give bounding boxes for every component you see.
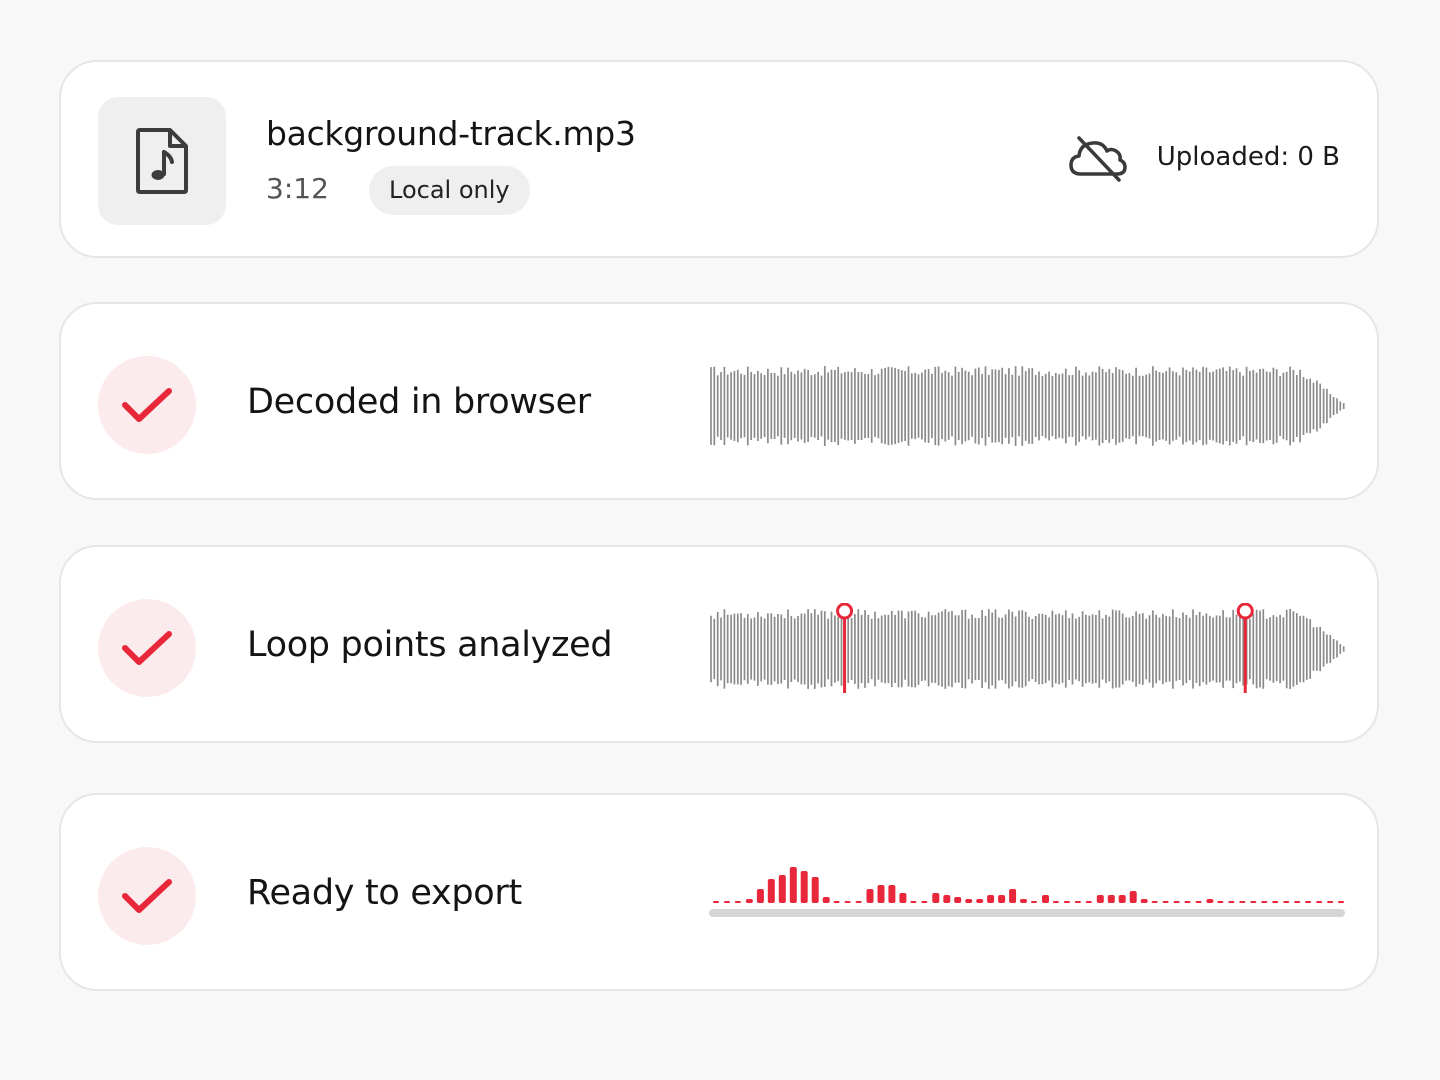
spectrum-bar bbox=[833, 901, 840, 903]
spectrum-bar bbox=[756, 889, 764, 903]
step-label-ready: Ready to export bbox=[247, 873, 522, 913]
spectrum-bar bbox=[1096, 895, 1104, 903]
file-duration: 3:12 bbox=[266, 172, 329, 205]
spectrum-track bbox=[709, 909, 1345, 917]
spectrum-bar bbox=[1272, 901, 1279, 903]
spectrum-bar bbox=[1107, 895, 1115, 903]
spectrum-bar bbox=[1195, 901, 1202, 903]
spectrum-bar bbox=[767, 879, 775, 903]
spectrum-bar bbox=[1129, 891, 1137, 903]
spectrum-bar bbox=[1020, 899, 1027, 903]
spectrum-bar bbox=[987, 895, 995, 903]
spectrum-bar bbox=[724, 901, 730, 903]
spectrum-bar bbox=[899, 893, 907, 903]
step-card-ready: Ready to export bbox=[59, 793, 1379, 991]
spectrum-bar bbox=[910, 901, 917, 903]
file-name: background-track.mp3 bbox=[266, 114, 636, 153]
spectrum-bar bbox=[921, 901, 928, 903]
waveform-with-loop-markers bbox=[710, 603, 1345, 693]
spectrum-bar bbox=[877, 885, 885, 903]
spectrum-bar bbox=[965, 899, 973, 903]
spectrum-bar bbox=[1184, 901, 1191, 903]
spectrum-bar bbox=[888, 885, 896, 903]
spectrum-bar bbox=[745, 899, 753, 903]
spectrum-bar bbox=[1085, 901, 1092, 903]
spectrum-bar bbox=[1283, 901, 1290, 903]
step-card-decoded: Decoded in browser bbox=[59, 302, 1379, 500]
step-label-decoded: Decoded in browser bbox=[247, 382, 591, 422]
spectrum-bar bbox=[943, 895, 951, 903]
file-card: background-track.mp3 3:12 Local only Upl… bbox=[59, 60, 1379, 258]
spectrum-bar bbox=[778, 875, 786, 903]
spectrum-bar bbox=[1217, 901, 1224, 903]
spectrum-bar bbox=[1009, 889, 1017, 903]
spectrum-bar bbox=[734, 901, 741, 903]
local-only-badge: Local only bbox=[369, 166, 530, 215]
check-badge bbox=[98, 356, 196, 454]
loop-marker[interactable] bbox=[836, 603, 854, 693]
spectrum-bar bbox=[1042, 895, 1049, 903]
cloud-off-icon bbox=[1069, 136, 1127, 182]
spectrum-bar bbox=[1063, 901, 1070, 903]
spectrum-bar bbox=[844, 901, 851, 903]
spectrum-bar bbox=[800, 871, 808, 903]
spectrum-bar bbox=[976, 899, 984, 903]
spectrum-bar bbox=[1228, 901, 1235, 903]
spectrum-bar bbox=[1031, 901, 1037, 903]
spectrum-bar bbox=[932, 893, 940, 903]
spectrum-bar bbox=[1140, 899, 1148, 903]
spectrum-bar bbox=[1151, 901, 1158, 903]
waveform bbox=[710, 366, 1345, 446]
spectrum-bar bbox=[998, 895, 1006, 903]
spectrum-bar bbox=[1052, 901, 1059, 903]
spectrum-bar bbox=[855, 901, 862, 903]
spectrum-bar bbox=[1239, 901, 1246, 903]
spectrum-bar bbox=[1305, 901, 1312, 903]
spectrum-bar bbox=[1162, 901, 1169, 903]
upload-status: Uploaded: 0 B bbox=[1156, 142, 1340, 172]
check-icon bbox=[122, 879, 172, 913]
spectrum-bar bbox=[1173, 901, 1180, 903]
spectrum-bar bbox=[1206, 899, 1214, 903]
spectrum-bar bbox=[954, 897, 962, 903]
spectrum-bar bbox=[811, 877, 819, 903]
music-file-icon bbox=[136, 128, 188, 194]
check-icon bbox=[122, 388, 172, 422]
spectrum-bar bbox=[1118, 895, 1126, 903]
spectrum-bar bbox=[822, 897, 830, 903]
spectrum-bar bbox=[1316, 901, 1323, 903]
spectrum-bar bbox=[1074, 901, 1081, 903]
check-badge bbox=[98, 599, 196, 697]
spectrum-bars bbox=[709, 867, 1345, 917]
file-tile bbox=[98, 97, 226, 225]
spectrum-bar bbox=[713, 901, 719, 903]
spectrum-bar bbox=[1250, 901, 1257, 903]
step-card-loop: Loop points analyzed bbox=[59, 545, 1379, 743]
check-badge bbox=[98, 847, 196, 945]
step-label-loop: Loop points analyzed bbox=[247, 625, 613, 665]
spectrum-bar bbox=[866, 889, 874, 903]
spectrum-bar bbox=[1327, 901, 1334, 903]
check-icon bbox=[122, 631, 172, 665]
spectrum-bar bbox=[1338, 901, 1344, 903]
spectrum-bar bbox=[1261, 901, 1268, 903]
spectrum-bar bbox=[789, 867, 797, 903]
spectrum-bar bbox=[1294, 901, 1301, 903]
